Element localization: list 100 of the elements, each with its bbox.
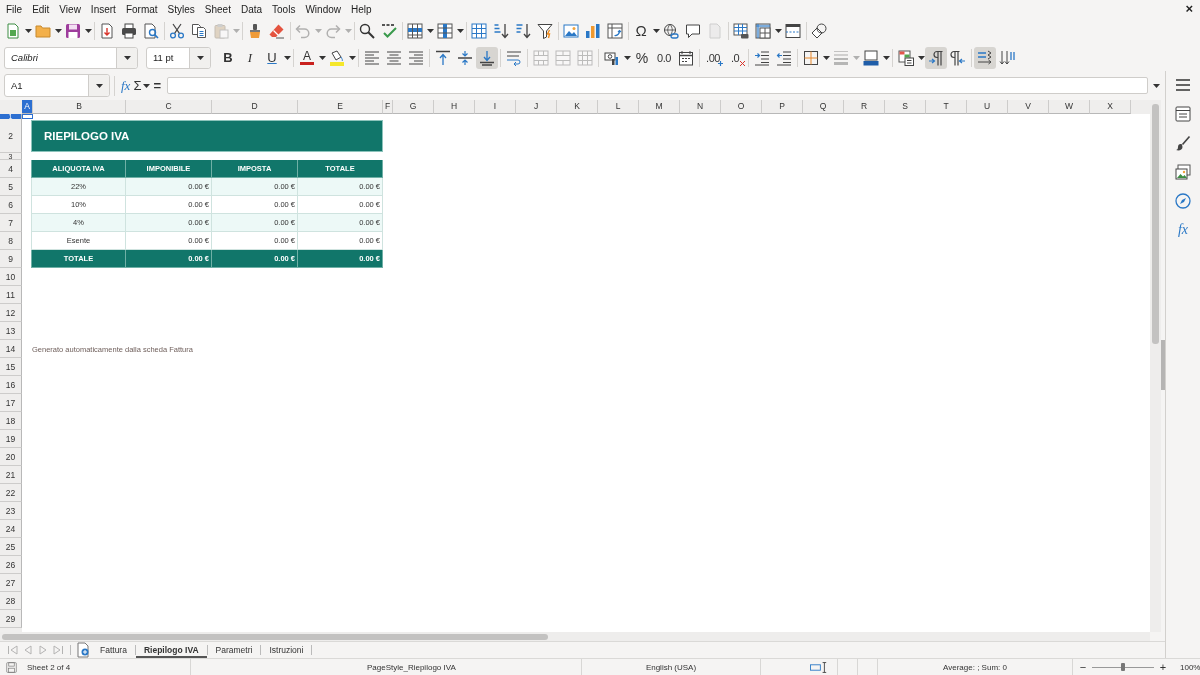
row-button[interactable]: [404, 20, 426, 42]
column-header[interactable]: R: [844, 100, 885, 114]
pivot-table-button[interactable]: [604, 20, 626, 42]
vertical-scrollbar[interactable]: [1150, 100, 1161, 632]
menu-item[interactable]: Styles: [162, 2, 200, 16]
menu-item[interactable]: Edit: [27, 2, 55, 16]
menu-item[interactable]: Data: [235, 2, 268, 16]
name-box[interactable]: A1: [4, 74, 110, 97]
row-header[interactable]: 20: [0, 448, 22, 466]
row-header[interactable]: 8: [0, 232, 22, 250]
horizontal-scrollbar[interactable]: [0, 632, 1150, 641]
zoom-in-button[interactable]: +: [1157, 661, 1169, 673]
scrollbar-thumb[interactable]: [2, 633, 548, 640]
menu-item[interactable]: Insert: [85, 2, 121, 16]
menu-item[interactable]: Format: [120, 2, 163, 16]
column-header[interactable]: Q: [803, 100, 844, 114]
column-header[interactable]: H: [434, 100, 475, 114]
row-header[interactable]: 7: [0, 214, 22, 232]
navigator-button[interactable]: [1172, 190, 1194, 212]
row-header[interactable]: 15: [0, 358, 22, 376]
menu-item[interactable]: Window: [300, 2, 346, 16]
sheet-tab[interactable]: Fattura: [92, 642, 135, 658]
row-header[interactable]: 18: [0, 412, 22, 430]
row-header[interactable]: 25: [0, 538, 22, 556]
bold-button[interactable]: B: [217, 46, 239, 69]
row-header[interactable]: 5: [0, 178, 22, 196]
row-header[interactable]: 19: [0, 430, 22, 448]
special-character-button[interactable]: Ω: [630, 20, 652, 42]
row-header[interactable]: 13: [0, 322, 22, 340]
column-header[interactable]: U: [967, 100, 1008, 114]
row-header[interactable]: 9: [0, 250, 22, 268]
standard-button[interactable]: 0.0: [653, 46, 675, 69]
row-header[interactable]: 11: [0, 286, 22, 304]
row-header[interactable]: 17: [0, 394, 22, 412]
slider-thumb[interactable]: [1121, 663, 1125, 671]
dropdown-button[interactable]: [189, 47, 210, 68]
row-header[interactable]: 22: [0, 484, 22, 502]
column-header[interactable]: N: [680, 100, 721, 114]
row-header[interactable]: 4: [0, 160, 22, 178]
column-header[interactable]: M: [639, 100, 680, 114]
menu-item[interactable]: Sheet: [199, 2, 236, 16]
column-header[interactable]: F: [383, 100, 393, 114]
column-header[interactable]: T: [926, 100, 967, 114]
zoom-out-button[interactable]: −: [1077, 661, 1089, 673]
text-direction-button[interactable]: [974, 46, 996, 69]
print-area-button[interactable]: [730, 20, 752, 42]
menu-item[interactable]: Tools: [267, 2, 301, 16]
delete-decimal-button[interactable]: .0: [724, 46, 746, 69]
formula-input-field[interactable]: [167, 77, 1148, 94]
column-header[interactable]: A: [22, 100, 33, 114]
column-header[interactable]: J: [516, 100, 557, 114]
row-header[interactable]: 2: [0, 119, 22, 153]
column-header[interactable]: V: [1008, 100, 1049, 114]
menu-item[interactable]: View: [54, 2, 86, 16]
freeze-button[interactable]: [752, 20, 774, 42]
row-header[interactable]: 28: [0, 592, 22, 610]
column-header[interactable]: C: [126, 100, 212, 114]
column-header[interactable]: O: [721, 100, 762, 114]
gallery-button[interactable]: [1172, 161, 1194, 183]
dropdown-button[interactable]: [88, 75, 109, 96]
functions-button[interactable]: fx: [1172, 219, 1194, 241]
row-header[interactable]: 27: [0, 574, 22, 592]
dropdown-button[interactable]: [116, 47, 137, 68]
column-header[interactable]: W: [1049, 100, 1090, 114]
row-header[interactable]: 24: [0, 520, 22, 538]
sheet-tab[interactable]: Parametri: [207, 642, 261, 658]
function-wizard-button[interactable]: fx: [119, 77, 133, 94]
scrollbar-thumb[interactable]: [1152, 104, 1159, 344]
row-header[interactable]: 10: [0, 268, 22, 286]
row-header[interactable]: 16: [0, 376, 22, 394]
properties-button[interactable]: [1172, 103, 1194, 125]
close-button[interactable]: ×: [1185, 2, 1193, 16]
add-sheet-button[interactable]: [76, 642, 92, 658]
column-header[interactable]: I: [475, 100, 516, 114]
column-header[interactable]: X: [1090, 100, 1131, 114]
menu-item[interactable]: Help: [346, 2, 377, 16]
column-header[interactable]: P: [762, 100, 803, 114]
ltr-button[interactable]: [925, 46, 947, 69]
italic-button[interactable]: I: [239, 46, 261, 69]
sheet-tab[interactable]: Riepilogo IVA: [135, 642, 207, 658]
column-header[interactable]: K: [557, 100, 598, 114]
column-header[interactable]: E: [298, 100, 383, 114]
row-header[interactable]: 12: [0, 304, 22, 322]
font-name-field[interactable]: Calibri: [4, 46, 138, 69]
align-bottom-button[interactable]: [476, 46, 498, 69]
font-color-button[interactable]: A: [296, 46, 318, 69]
font-size-field[interactable]: 11 pt: [146, 46, 211, 69]
row-header[interactable]: 29: [0, 610, 22, 628]
sheet-tab[interactable]: Istruzioni: [261, 642, 312, 658]
underline-button[interactable]: U: [261, 46, 283, 69]
column-header[interactable]: B: [33, 100, 126, 114]
row-header[interactable]: 26: [0, 556, 22, 574]
menu-item[interactable]: File: [1, 2, 28, 16]
row-header[interactable]: 21: [0, 466, 22, 484]
sum-button[interactable]: Σ: [132, 78, 143, 93]
column-header[interactable]: D: [212, 100, 298, 114]
add-decimal-button[interactable]: .00: [702, 46, 724, 69]
column-header[interactable]: G: [393, 100, 434, 114]
row-header[interactable]: 6: [0, 196, 22, 214]
formula-button[interactable]: =: [150, 78, 165, 93]
